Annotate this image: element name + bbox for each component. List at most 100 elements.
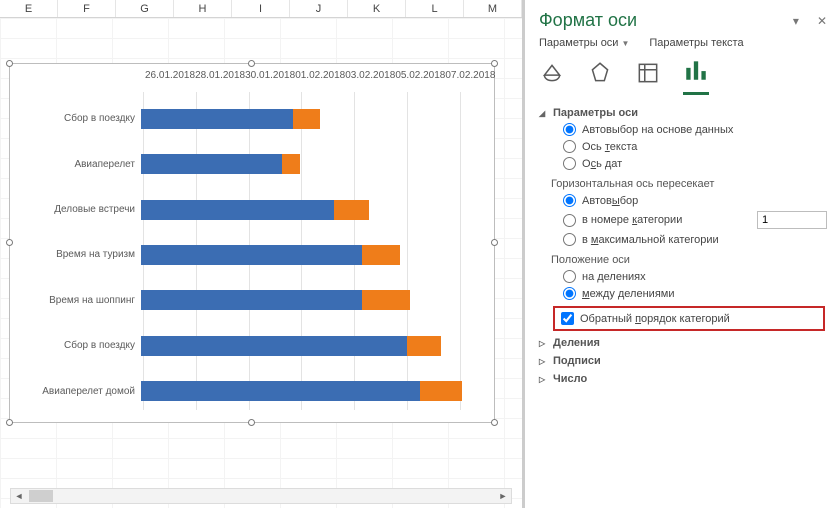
option-label: Обратный порядок категорий bbox=[580, 313, 730, 325]
bar-series-1[interactable] bbox=[141, 290, 362, 310]
chart-row: Деловые встречи bbox=[18, 187, 486, 232]
bar-series-2[interactable] bbox=[407, 336, 442, 356]
radio-cross-category-number[interactable] bbox=[563, 214, 576, 227]
effects-icon[interactable] bbox=[587, 60, 613, 95]
fill-icon[interactable] bbox=[539, 60, 565, 95]
resize-handle[interactable] bbox=[6, 419, 13, 426]
category-label[interactable]: Сбор в поездку bbox=[18, 113, 141, 124]
col-header[interactable]: J bbox=[290, 0, 348, 17]
bar-stack[interactable] bbox=[141, 245, 486, 265]
col-header[interactable]: M bbox=[464, 0, 522, 17]
axis-options-icon[interactable] bbox=[683, 57, 709, 95]
x-tick: 01.02.2018 bbox=[295, 70, 345, 86]
col-header[interactable]: F bbox=[58, 0, 116, 17]
bar-series-1[interactable] bbox=[141, 245, 362, 265]
embedded-chart[interactable]: 26.01.2018 28.01.2018 30.01.2018 01.02.2… bbox=[9, 63, 495, 423]
bar-stack[interactable] bbox=[141, 290, 486, 310]
option-label: между делениями bbox=[582, 288, 674, 300]
x-axis-labels[interactable]: 26.01.2018 28.01.2018 30.01.2018 01.02.2… bbox=[145, 70, 486, 86]
radio-on-ticks[interactable] bbox=[563, 270, 576, 283]
col-header[interactable]: L bbox=[406, 0, 464, 17]
tab-label: Параметры оси bbox=[539, 37, 618, 49]
radio-cross-auto[interactable] bbox=[563, 194, 576, 207]
category-label[interactable]: Время на туризм bbox=[18, 249, 141, 260]
group-ticks[interactable]: ▷ Деления bbox=[539, 337, 827, 349]
chart-row: Время на шоппинг bbox=[18, 278, 486, 323]
bar-series-1[interactable] bbox=[141, 381, 420, 401]
chart-row: Сбор в поездку bbox=[18, 96, 486, 141]
bar-stack[interactable] bbox=[141, 200, 486, 220]
col-header[interactable]: K bbox=[348, 0, 406, 17]
crosses-label: Горизонтальная ось пересекает bbox=[551, 178, 827, 190]
bar-stack[interactable] bbox=[141, 381, 486, 401]
resize-handle[interactable] bbox=[491, 239, 498, 246]
tab-text-options[interactable]: Параметры текста bbox=[649, 37, 743, 49]
scroll-thumb[interactable] bbox=[29, 490, 53, 502]
expand-icon: ▷ bbox=[539, 357, 549, 366]
category-number-input[interactable] bbox=[757, 211, 827, 229]
scroll-track[interactable] bbox=[27, 489, 495, 503]
size-icon[interactable] bbox=[635, 60, 661, 95]
bar-stack[interactable] bbox=[141, 109, 486, 129]
col-header[interactable]: E bbox=[0, 0, 58, 17]
pane-menu-icon[interactable]: ▾ bbox=[793, 14, 799, 28]
bar-series-2[interactable] bbox=[293, 109, 321, 129]
chart-row: Авиаперелет домой bbox=[18, 369, 486, 414]
checkbox-reverse-categories[interactable] bbox=[561, 312, 574, 325]
chart-plot-area[interactable]: Сбор в поездку Авиаперелет Деловые встречи… bbox=[18, 96, 486, 412]
category-label[interactable]: Авиаперелет домой bbox=[18, 386, 141, 397]
chart-row: Время на туризм bbox=[18, 232, 486, 277]
group-label: Число bbox=[553, 373, 587, 385]
format-axis-pane: Формат оси ▾ ✕ Параметры оси ▼ Параметры… bbox=[525, 0, 839, 508]
radio-between-ticks[interactable] bbox=[563, 287, 576, 300]
resize-handle[interactable] bbox=[491, 60, 498, 67]
radio-text-axis[interactable] bbox=[563, 140, 576, 153]
x-tick: 07.02.2018 bbox=[445, 70, 495, 86]
horizontal-scrollbar[interactable]: ◄ ► bbox=[10, 488, 512, 504]
reverse-order-highlight: Обратный порядок категорий bbox=[553, 306, 825, 331]
resize-handle[interactable] bbox=[491, 419, 498, 426]
bar-stack[interactable] bbox=[141, 336, 486, 356]
group-label: Деления bbox=[553, 337, 600, 349]
bar-series-2[interactable] bbox=[362, 290, 410, 310]
resize-handle[interactable] bbox=[6, 239, 13, 246]
option-label: в максимальной категории bbox=[582, 234, 719, 246]
group-number[interactable]: ▷Число bbox=[539, 373, 827, 385]
resize-handle[interactable] bbox=[6, 60, 13, 67]
category-label[interactable]: Деловые встречи bbox=[18, 204, 141, 215]
category-label[interactable]: Время на шоппинг bbox=[18, 295, 141, 306]
category-label[interactable]: Авиаперелет bbox=[18, 159, 141, 170]
bar-series-1[interactable] bbox=[141, 154, 282, 174]
group-labels[interactable]: ▷Подписи bbox=[539, 355, 827, 367]
scroll-right-icon[interactable]: ► bbox=[495, 489, 511, 503]
col-header[interactable]: I bbox=[232, 0, 290, 17]
chevron-down-icon: ▼ bbox=[621, 39, 629, 48]
x-tick: 26.01.2018 bbox=[145, 70, 195, 86]
cell-grid[interactable]: 26.01.2018 28.01.2018 30.01.2018 01.02.2… bbox=[0, 18, 522, 508]
bar-series-2[interactable] bbox=[334, 200, 369, 220]
bar-series-2[interactable] bbox=[362, 245, 400, 265]
col-header[interactable]: G bbox=[116, 0, 174, 17]
resize-handle[interactable] bbox=[248, 60, 255, 67]
expand-icon: ▷ bbox=[539, 339, 549, 348]
bar-series-1[interactable] bbox=[141, 109, 293, 129]
bar-series-1[interactable] bbox=[141, 200, 334, 220]
col-header[interactable]: H bbox=[174, 0, 232, 17]
group-axis-options[interactable]: ◢ Параметры оси bbox=[539, 107, 827, 119]
bar-series-2[interactable] bbox=[282, 154, 299, 174]
category-label[interactable]: Сбор в поездку bbox=[18, 340, 141, 351]
radio-date-axis[interactable] bbox=[563, 157, 576, 170]
bar-stack[interactable] bbox=[141, 154, 486, 174]
option-label: на делениях bbox=[582, 271, 646, 283]
radio-auto-by-data[interactable] bbox=[563, 123, 576, 136]
close-icon[interactable]: ✕ bbox=[817, 14, 827, 28]
scroll-left-icon[interactable]: ◄ bbox=[11, 489, 27, 503]
tab-axis-options[interactable]: Параметры оси ▼ bbox=[539, 37, 629, 49]
bar-series-1[interactable] bbox=[141, 336, 407, 356]
resize-handle[interactable] bbox=[248, 419, 255, 426]
x-tick: 03.02.2018 bbox=[345, 70, 395, 86]
option-label: Ось дат bbox=[582, 158, 622, 170]
bar-series-2[interactable] bbox=[420, 381, 461, 401]
radio-cross-max-category[interactable] bbox=[563, 233, 576, 246]
group-label: Параметры оси bbox=[553, 107, 638, 119]
